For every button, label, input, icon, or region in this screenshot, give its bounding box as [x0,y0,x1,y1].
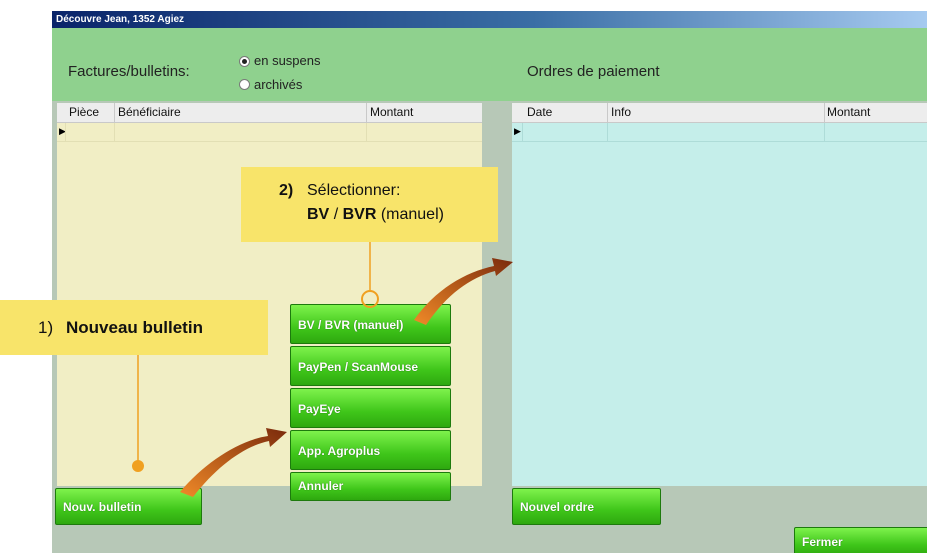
curved-arrow-icon [180,428,287,497]
callout-bvr: BVR [342,206,377,223]
connector-dot-icon [132,460,144,472]
callout-slash: / [333,206,339,223]
callout-step-2: 2) Sélectionner: BV / BVR (manuel) [241,167,498,242]
annotation-overlay [132,242,513,497]
callout-bv: BV [307,206,330,223]
connector-ring-icon [361,290,379,308]
callout-step-2-line1: Sélectionner: [307,182,401,199]
callout-step-2-line2: BV / BVR (manuel) [307,206,444,224]
callout-step-1-text: Nouveau bulletin [66,318,203,337]
curved-arrow-icon [414,258,513,325]
callout-step-2-number: 2) [279,182,294,199]
callout-step-1-number: 1) [38,318,54,337]
callout-step-1: 1) Nouveau bulletin [0,300,268,355]
callout-manuel: (manuel) [380,206,444,223]
